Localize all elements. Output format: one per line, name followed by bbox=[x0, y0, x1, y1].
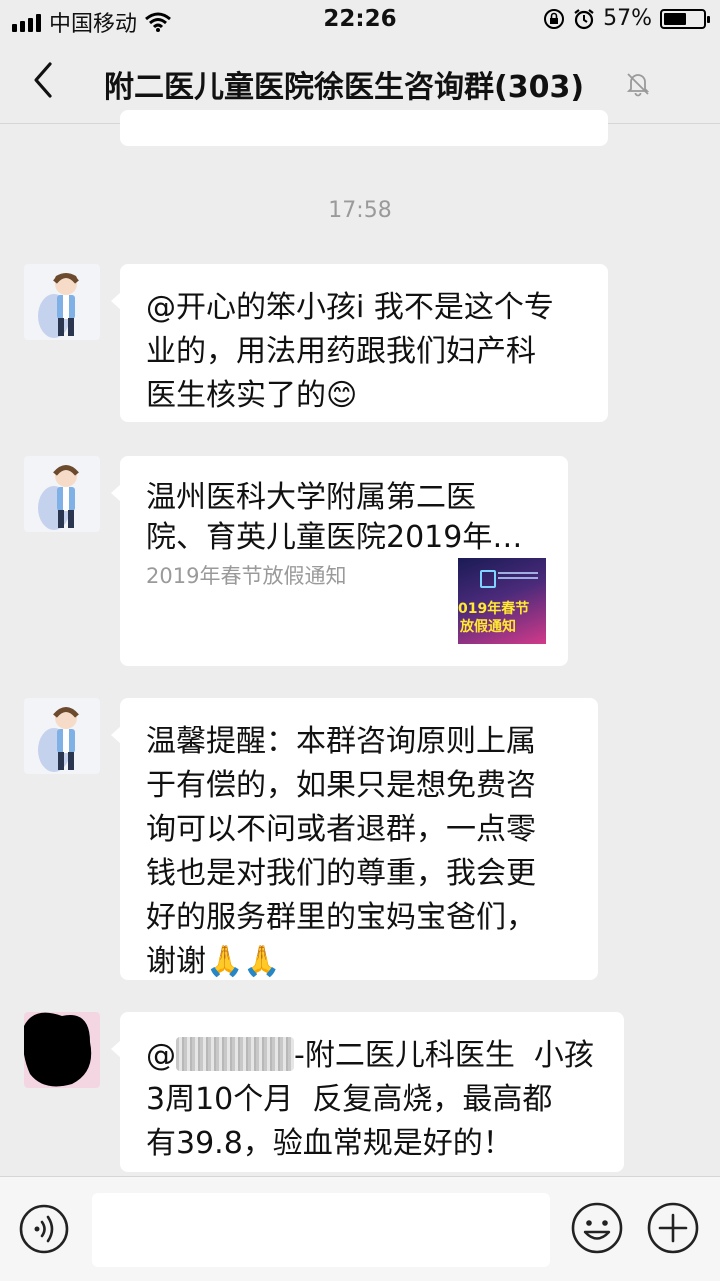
voice-icon[interactable] bbox=[18, 1203, 70, 1255]
input-bar bbox=[0, 1176, 720, 1281]
avatar[interactable] bbox=[24, 1012, 100, 1088]
avatar[interactable] bbox=[24, 264, 100, 340]
timestamp: 17:58 bbox=[328, 198, 392, 223]
status-bar: 中国移动 22:26 57% bbox=[0, 0, 720, 40]
chat-title: 附二医儿童医院徐医生咨询群(303) bbox=[104, 70, 585, 105]
plus-icon[interactable] bbox=[646, 1201, 700, 1255]
message-bubble[interactable]: 温馨提醒：本群咨询原则上属 于有偿的，如果只是想免费咨 询可以不问或者退群，一点… bbox=[111, 698, 598, 980]
thumbnail-text-2: 放假通知 bbox=[460, 619, 516, 635]
emoji-icon[interactable] bbox=[570, 1201, 624, 1255]
thumbnail-text-1: 019年春节 bbox=[458, 601, 530, 617]
bell-muted-icon bbox=[626, 73, 650, 97]
doctor-avatar-icon bbox=[38, 465, 79, 530]
doctor-avatar-icon bbox=[38, 273, 79, 338]
redacted-avatar-icon bbox=[24, 1012, 100, 1088]
message-text: @开心的笨小孩i 我不是这个专 业的，用法用药跟我们妇产科 医生核实了的😊 bbox=[146, 290, 554, 413]
hospital-logo-icon bbox=[480, 570, 496, 588]
redacted-name bbox=[176, 1037, 294, 1071]
message-text-line1: -附二医儿科医生 小孩 bbox=[294, 1038, 594, 1073]
battery-percent: 57% bbox=[603, 6, 652, 31]
doctor-avatar-icon bbox=[38, 707, 79, 772]
status-right: 57% bbox=[543, 6, 710, 31]
link-title: 温州医科大学附属第二医 院、育英儿童医院2019年… bbox=[146, 480, 523, 555]
mention-prefix: @ bbox=[146, 1038, 176, 1073]
rotation-lock-icon bbox=[544, 8, 565, 29]
previous-message-bubble[interactable] bbox=[120, 110, 608, 146]
link-card[interactable]: 温州医科大学附属第二医 院、育英儿童医院2019年… 2019年春节放假通知 0… bbox=[111, 456, 568, 666]
battery-icon bbox=[660, 8, 710, 29]
chevron-left-icon[interactable] bbox=[28, 58, 68, 102]
message-bubble[interactable]: @ -附二医儿科医生 小孩 3周10个月 反复高烧，最高都 有39.8，验血常规是… bbox=[111, 1012, 624, 1172]
message-text: 温馨提醒：本群咨询原则上属 于有偿的，如果只是想免费咨 询可以不问或者退群，一点… bbox=[146, 724, 536, 979]
message-input[interactable] bbox=[92, 1193, 550, 1267]
avatar[interactable] bbox=[24, 698, 100, 774]
message-text: @ -附二医儿科医生 小孩 3周10个月 反复高烧，最高都 有39.8，验血常规是… bbox=[146, 1034, 594, 1166]
link-thumbnail: 019年春节 放假通知 bbox=[458, 558, 546, 644]
message-text-rest: 3周10个月 反复高烧，最高都 有39.8，验血常规是好的！ bbox=[146, 1082, 553, 1161]
message-bubble[interactable]: @开心的笨小孩i 我不是这个专 业的，用法用药跟我们妇产科 医生核实了的😊 bbox=[111, 264, 608, 422]
alarm-icon bbox=[574, 8, 594, 29]
avatar[interactable] bbox=[24, 456, 100, 532]
link-description: 2019年春节放假通知 bbox=[146, 564, 347, 588]
